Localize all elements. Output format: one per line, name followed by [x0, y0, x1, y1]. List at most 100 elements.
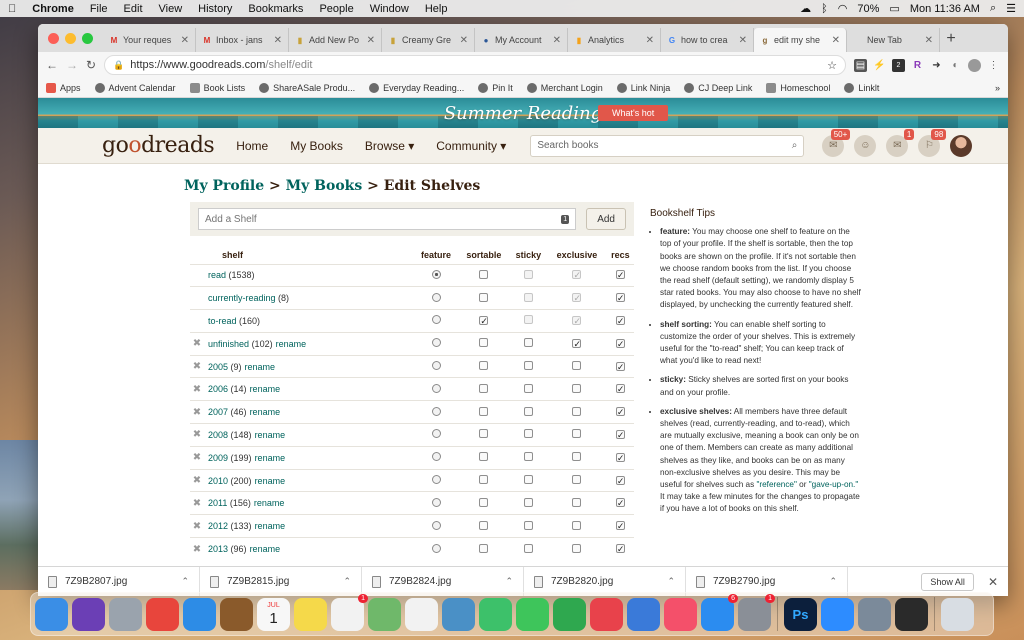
- menu-view[interactable]: View: [151, 3, 191, 15]
- battery-icon[interactable]: ▭: [889, 2, 899, 15]
- system-preferences-icon[interactable]: 1: [738, 593, 775, 631]
- reminders-icon[interactable]: 1: [331, 593, 368, 631]
- shelf-link[interactable]: read: [208, 270, 226, 280]
- preview-icon[interactable]: [442, 597, 475, 631]
- rename-shelf-link[interactable]: rename: [250, 384, 281, 394]
- tab-4[interactable]: ▮ Creamy Gre ✕: [382, 28, 475, 52]
- delete-shelf-icon[interactable]: ✖: [193, 475, 201, 486]
- rename-shelf-link[interactable]: rename: [245, 362, 276, 372]
- recs-checkbox[interactable]: ✓: [615, 475, 625, 485]
- exclusive-checkbox[interactable]: [572, 406, 582, 416]
- quicktime-icon[interactable]: [895, 597, 928, 631]
- shelf-link[interactable]: to-read: [208, 316, 237, 326]
- shelf-link[interactable]: 2009: [208, 453, 228, 463]
- sticky-checkbox[interactable]: [523, 406, 533, 416]
- bookmark-item[interactable]: Pin It: [478, 82, 513, 93]
- tab-3[interactable]: ▮ Add New Po ✕: [289, 28, 382, 52]
- sortable-checkbox[interactable]: [479, 543, 489, 553]
- facetime-icon[interactable]: [516, 597, 549, 631]
- recs-checkbox[interactable]: ✓: [615, 498, 625, 508]
- delete-shelf-icon[interactable]: ✖: [193, 498, 201, 509]
- rename-shelf-link[interactable]: rename: [255, 430, 286, 440]
- new-tab-button[interactable]: +: [940, 28, 962, 52]
- recs-checkbox[interactable]: ✓: [615, 452, 625, 462]
- sticky-checkbox[interactable]: [523, 452, 533, 462]
- recs-checkbox[interactable]: ✓: [615, 521, 625, 531]
- tab-close-icon[interactable]: ✕: [646, 35, 654, 46]
- forward-icon[interactable]: →: [66, 58, 78, 72]
- notebook-icon[interactable]: [220, 597, 253, 631]
- chrome-menu-icon[interactable]: ⋮: [987, 59, 1000, 72]
- feature-radio[interactable]: [431, 520, 441, 530]
- shelf-link[interactable]: 2008: [208, 430, 228, 440]
- extension-1-icon[interactable]: ▤: [854, 58, 867, 72]
- recs-checkbox[interactable]: ✓: [615, 384, 625, 394]
- add-shelf-field[interactable]: 1: [198, 208, 577, 230]
- chrome-icon[interactable]: [146, 597, 179, 631]
- tab-close-icon[interactable]: ✕: [367, 35, 375, 46]
- back-icon[interactable]: ←: [46, 58, 58, 72]
- extension-circle-icon[interactable]: ◐: [949, 59, 962, 72]
- tab-close-icon[interactable]: ✕: [274, 35, 282, 46]
- close-downloads-icon[interactable]: ✕: [988, 575, 998, 589]
- menu-edit[interactable]: Edit: [116, 3, 151, 15]
- rename-shelf-link[interactable]: rename: [255, 521, 286, 531]
- tab-close-icon[interactable]: ✕: [553, 35, 561, 46]
- sortable-checkbox[interactable]: [479, 520, 489, 530]
- maps-icon[interactable]: [368, 597, 401, 631]
- recs-checkbox[interactable]: ✓: [615, 338, 625, 348]
- exclusive-checkbox[interactable]: [572, 475, 582, 485]
- feature-radio[interactable]: [431, 497, 441, 507]
- exclusive-checkbox[interactable]: [572, 497, 582, 507]
- shelf-link[interactable]: 2011: [208, 498, 227, 508]
- bookmark-item[interactable]: Apps: [46, 82, 81, 93]
- messages-icon[interactable]: [479, 597, 512, 631]
- summer-reading-banner[interactable]: Summer Reading What's hot: [38, 98, 1008, 128]
- shelf-link[interactable]: unfinished: [208, 339, 249, 349]
- shelf-link[interactable]: 2013: [208, 544, 228, 554]
- tab-7[interactable]: Ghow to crea ✕: [661, 28, 754, 52]
- feature-radio[interactable]: [431, 338, 441, 348]
- tab-close-icon[interactable]: ✕: [460, 35, 468, 46]
- menu-window[interactable]: Window: [362, 3, 417, 15]
- chevron-up-icon[interactable]: ⌃: [829, 576, 837, 587]
- sortable-checkbox[interactable]: [479, 475, 489, 485]
- tab-2[interactable]: M Inbox - jans ✕: [196, 28, 289, 52]
- bookmark-item[interactable]: ShareASale Produ...: [259, 82, 355, 93]
- extension-3-icon[interactable]: 2: [892, 58, 905, 72]
- shelf-link[interactable]: 2007: [208, 407, 228, 417]
- exclusive-checkbox[interactable]: ✓: [572, 338, 582, 348]
- bookmarks-overflow-icon[interactable]: »: [995, 83, 1000, 93]
- password-manager-icon[interactable]: 1: [561, 214, 570, 224]
- rename-shelf-link[interactable]: rename: [255, 476, 286, 486]
- sortable-checkbox[interactable]: [479, 497, 489, 507]
- bookmark-item[interactable]: Homeschool: [766, 82, 830, 93]
- trash-icon[interactable]: [941, 597, 974, 631]
- recs-checkbox[interactable]: ✓: [615, 270, 625, 280]
- delete-shelf-icon[interactable]: ✖: [193, 338, 201, 349]
- menu-app-name[interactable]: Chrome: [24, 3, 82, 15]
- sticky-checkbox[interactable]: [523, 361, 533, 371]
- sortable-checkbox[interactable]: [479, 406, 489, 416]
- tab-close-icon[interactable]: ✕: [181, 35, 189, 46]
- tab-5[interactable]: ● My Account ✕: [475, 28, 568, 52]
- clock[interactable]: Mon 11:36 AM: [910, 3, 980, 15]
- updates-icon[interactable]: ⚐ 98: [918, 128, 947, 157]
- shelf-link[interactable]: 2010: [208, 476, 228, 486]
- feature-radio[interactable]: [431, 406, 441, 416]
- zoom-icon[interactable]: [821, 597, 854, 631]
- menu-history[interactable]: History: [190, 3, 240, 15]
- battery-percent[interactable]: 70%: [857, 3, 879, 15]
- tab-9[interactable]: New Tab ✕: [847, 28, 940, 52]
- tab-close-icon[interactable]: ✕: [739, 35, 747, 46]
- finder-icon[interactable]: [35, 597, 68, 631]
- add-shelf-button[interactable]: Add: [586, 208, 626, 230]
- notifications-icon[interactable]: ✉ 50+: [822, 128, 851, 157]
- tab-close-icon[interactable]: ✕: [832, 35, 840, 46]
- tab-close-icon[interactable]: ✕: [925, 35, 933, 46]
- extension-2-icon[interactable]: ⚡: [873, 59, 886, 72]
- photos-icon[interactable]: [405, 597, 438, 631]
- numbers-icon[interactable]: [553, 597, 586, 631]
- feature-radio[interactable]: [431, 452, 441, 462]
- sortable-checkbox[interactable]: [479, 338, 489, 348]
